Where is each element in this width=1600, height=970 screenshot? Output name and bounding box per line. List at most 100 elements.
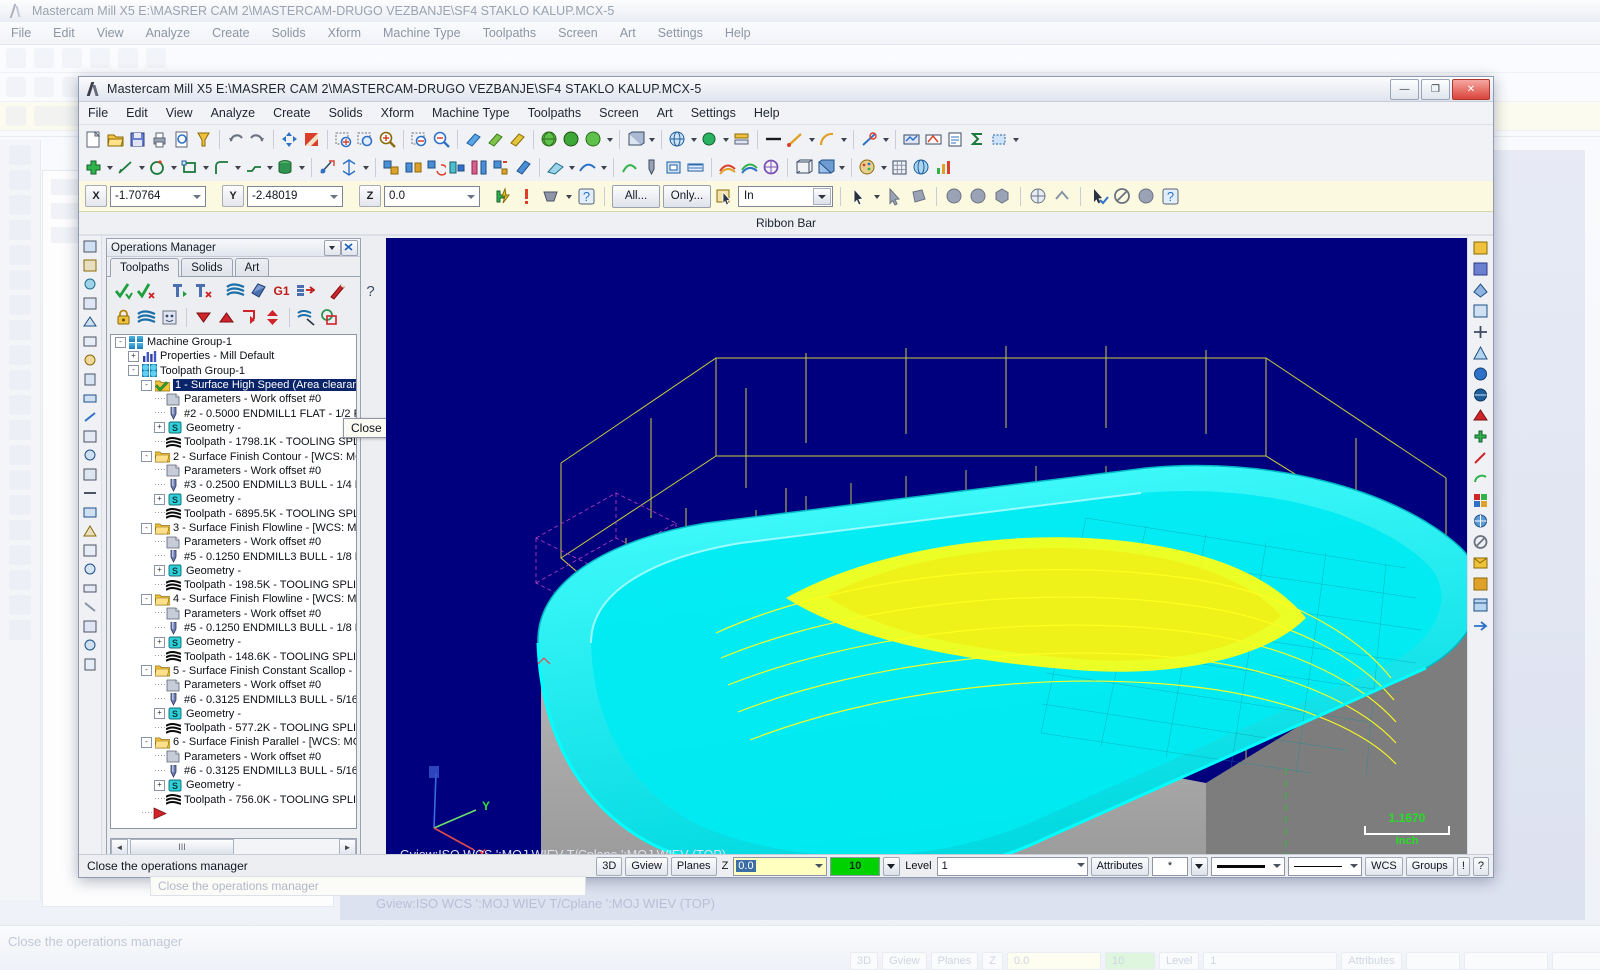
analyze-entity-icon[interactable] [859, 129, 880, 150]
help-ribbon-icon[interactable]: ? [576, 186, 597, 207]
pointer-icon[interactable] [848, 186, 869, 207]
tree-row[interactable]: ···· #6 - 0.3125 ENDMILL3 BULL - 5/16 [111, 692, 356, 706]
tree-row[interactable]: - 5 - Surface Finish Constant Scallop - [… [111, 664, 356, 678]
right-tool-14-icon[interactable] [1471, 512, 1490, 530]
panel-close-button[interactable] [341, 240, 358, 256]
line-width-dropdown-icon[interactable] [1273, 863, 1282, 868]
x-coordinate-input[interactable]: -1.70764 [110, 185, 206, 207]
print-icon[interactable] [149, 129, 170, 150]
create-fillet-icon[interactable] [211, 157, 232, 178]
tab-art[interactable]: Art [234, 258, 270, 276]
move-up-icon[interactable] [216, 307, 237, 328]
select-polygon-icon[interactable] [944, 186, 965, 207]
create-line-icon[interactable] [115, 157, 136, 178]
menu-solids[interactable]: Solids [320, 102, 372, 124]
left-tool-11-icon[interactable] [81, 428, 99, 445]
tree-row[interactable]: ···· Toolpath - 148.6K - TOOLING SPLIT [111, 650, 356, 664]
tree-row[interactable]: - Toolpath Group-1 [111, 364, 356, 378]
help-icon[interactable]: ? [1160, 186, 1181, 207]
z-axis-button[interactable]: Z [359, 185, 381, 207]
right-tool-5-icon[interactable] [1471, 323, 1490, 341]
globe-icon[interactable] [911, 157, 932, 178]
status-z-field[interactable]: 0.0 [733, 856, 828, 876]
title-bar[interactable]: Mastercam Mill X5 E:\MASRER CAM 2\MASTER… [79, 77, 1493, 102]
post-g1-icon[interactable]: G1 [271, 280, 292, 301]
scroll-right-arrow-icon[interactable]: ► [339, 839, 356, 855]
tree-row[interactable]: ···· Toolpath - 198.5K - TOOLING SPLIT [111, 578, 356, 592]
surface-finish-icon[interactable] [739, 157, 760, 178]
right-tool-8-icon[interactable] [1471, 386, 1490, 404]
left-tool-5-icon[interactable] [81, 314, 99, 331]
left-tool-10-icon[interactable] [81, 409, 99, 426]
right-tool-6-icon[interactable] [1471, 344, 1490, 362]
status-3d-button[interactable]: 3D [596, 856, 623, 876]
minimize-button[interactable]: — [1390, 79, 1419, 100]
menu-machine-type[interactable]: Machine Type [423, 102, 519, 124]
surface-loft-icon[interactable] [577, 157, 598, 178]
post-process-icon[interactable] [945, 129, 966, 150]
select-vector-icon[interactable] [992, 186, 1013, 207]
tree-toggle[interactable]: + [154, 493, 165, 505]
left-tool-20-icon[interactable] [81, 599, 99, 616]
shaded-icon[interactable] [815, 157, 836, 178]
point-style-dropdown-icon[interactable] [1191, 856, 1209, 876]
regenerate-selected-icon[interactable] [169, 280, 190, 301]
y-dropdown-icon[interactable] [328, 188, 340, 205]
tree-row[interactable]: ···· Parameters - Work offset #0 [111, 464, 356, 478]
status-attributes-button[interactable]: Attributes [1090, 856, 1150, 876]
left-tool-6-icon[interactable] [81, 333, 99, 350]
left-tool-7-icon[interactable] [81, 352, 99, 369]
tree-row[interactable]: ···· [111, 807, 356, 821]
left-tool-15-icon[interactable] [81, 504, 99, 521]
drafting-icon[interactable] [317, 157, 338, 178]
print-preview-icon[interactable] [171, 129, 192, 150]
left-tool-23-icon[interactable] [81, 656, 99, 673]
surface-rough-icon[interactable] [717, 157, 738, 178]
repaint-icon[interactable] [301, 129, 322, 150]
y-axis-button[interactable]: Y [222, 185, 244, 207]
tree-toggle[interactable]: - [141, 522, 152, 534]
toolpath-pocket-icon[interactable] [663, 157, 684, 178]
right-tool-17-icon[interactable] [1471, 575, 1490, 593]
menu-xform[interactable]: Xform [372, 102, 423, 124]
xform-offset-icon[interactable] [469, 157, 490, 178]
tree-row[interactable]: ···· #2 - 0.5000 ENDMILL1 FLAT - 1/2 F [111, 406, 356, 421]
tree-row[interactable]: ···· #3 - 0.2500 ENDMILL3 BULL - 1/4 B [111, 478, 356, 492]
left-tool-13-icon[interactable] [81, 466, 99, 483]
status-level-number-field[interactable]: 1 [936, 856, 1088, 876]
shade-iso-icon[interactable] [539, 129, 560, 150]
status-wcs-button[interactable]: WCS [1365, 856, 1403, 876]
tree-row[interactable]: ···· Parameters - Work offset #0 [111, 607, 356, 621]
status-line-style-field[interactable] [1288, 856, 1363, 876]
tab-toolpaths[interactable]: Toolpaths [110, 258, 180, 277]
zoom-out-icon[interactable] [431, 129, 452, 150]
operations-tree[interactable]: - Machine Group-1 + Properties - Mill Defau… [110, 334, 357, 829]
right-tool-19-icon[interactable] [1471, 617, 1490, 635]
right-tool-16-icon[interactable] [1471, 554, 1490, 572]
right-tool-12-icon[interactable] [1471, 470, 1490, 488]
select-all-icon[interactable] [1136, 186, 1157, 207]
all-button[interactable]: All... [612, 184, 660, 208]
color-swatch-icon[interactable] [699, 129, 720, 150]
deselect-all-operations-icon[interactable] [136, 280, 157, 301]
right-tool-7-icon[interactable] [1471, 365, 1490, 383]
line-style-dropdown-icon[interactable] [1350, 863, 1359, 868]
tree-row[interactable]: - 6 - Surface Finish Parallel - [WCS: MOJ… [111, 735, 356, 749]
z-dropdown-icon[interactable] [465, 188, 477, 205]
left-tool-4-icon[interactable] [81, 295, 99, 312]
toolpath-group-settings-icon[interactable] [319, 307, 340, 328]
zoom-in-icon[interactable] [377, 129, 398, 150]
left-tool-8-icon[interactable] [81, 371, 99, 388]
select-entity-icon[interactable] [884, 186, 905, 207]
toolpath-drill-icon[interactable] [641, 157, 662, 178]
tree-row[interactable]: + Properties - Mill Default [111, 349, 356, 363]
scroll-left-arrow-icon[interactable]: ◄ [111, 839, 128, 855]
z-coordinate-input[interactable]: 0.0 [384, 185, 480, 207]
status-question-button[interactable]: ? [1472, 856, 1489, 876]
select-cursor-icon[interactable] [714, 186, 735, 207]
left-tool-3-icon[interactable] [81, 276, 99, 293]
status-planes-button[interactable]: Planes [670, 856, 717, 876]
menu-toolpaths[interactable]: Toolpaths [519, 102, 591, 124]
left-tool-19-icon[interactable] [81, 580, 99, 597]
tree-toggle[interactable]: + [154, 708, 165, 720]
